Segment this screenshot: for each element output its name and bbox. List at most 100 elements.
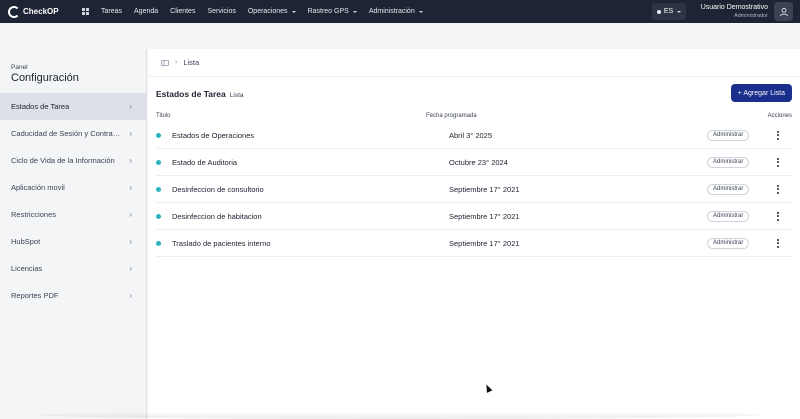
language-selector[interactable]: ES (652, 3, 686, 20)
status-dot (156, 240, 161, 246)
sidebar-item-reportes-pdf[interactable]: Reportes PDF › (0, 282, 146, 309)
sidebar-item-label: Aplicación movil (11, 183, 65, 192)
page-title: Estados de Tarea Lista (156, 84, 244, 102)
settings-sidebar: Panel Configuración Estados de Tarea › Ca… (0, 49, 147, 419)
chevron-right-icon: › (175, 59, 178, 66)
language-label: ES (663, 8, 674, 15)
states-table: Titulo Fecha programada Acciones Estados… (156, 109, 792, 257)
user-role: Administrador (734, 13, 768, 19)
nav-operaciones[interactable]: Operaciones (248, 8, 296, 15)
sidebar-menu: Estados de Tarea › Caducidad de Sesión y … (0, 93, 146, 309)
administrar-button[interactable]: Administrar (707, 183, 750, 195)
chevron-down-icon (352, 10, 357, 13)
chevron-right-icon: › (129, 156, 132, 165)
row-title: Estado de Auditoria (172, 157, 238, 167)
more-options-icon[interactable] (776, 238, 780, 248)
nav-agenda[interactable]: Agenda (134, 8, 158, 15)
sidebar-item-label: Estados de Tarea (11, 102, 70, 111)
top-navbar: CheckOP Tareas Agenda Clientes Servicios… (0, 0, 800, 23)
administrar-button[interactable]: Administrar (707, 210, 750, 222)
chevron-right-icon: › (129, 210, 132, 219)
nav-label: Administración (368, 8, 415, 15)
table-row[interactable]: Desinfeccion de habitacion Septiembre 17… (156, 203, 792, 230)
row-title: Estados de Operaciones (172, 130, 255, 140)
nav-servicios[interactable]: Servicios (207, 8, 235, 15)
nav-administracion[interactable]: Administración (369, 8, 423, 15)
sidebar-subtitle: Panel (11, 64, 28, 71)
more-options-icon[interactable] (776, 211, 780, 221)
user-icon (779, 7, 788, 16)
row-date: Octubre 23° 2024 (449, 157, 508, 167)
apps-grid-icon[interactable] (82, 7, 90, 16)
sidebar-item-licencias[interactable]: Licencias › (0, 255, 146, 282)
table-row[interactable]: Estado de Auditoria Octubre 23° 2024 Adm… (156, 149, 792, 176)
more-options-icon[interactable] (776, 130, 780, 140)
nav-clientes[interactable]: Clientes (170, 8, 195, 15)
breadcrumb: › Lista (148, 49, 800, 77)
nav-label: Operaciones (247, 8, 288, 15)
main-panel: › Lista Estados de Tarea Lista + Agregar … (148, 49, 800, 419)
row-title: Traslado de pacientes interno (172, 238, 271, 248)
brand-name: CheckOP (23, 7, 59, 16)
administrar-button[interactable]: Administrar (707, 129, 750, 141)
nav-label: Tareas (101, 8, 123, 15)
chevron-right-icon: › (129, 102, 132, 111)
table-header: Titulo Fecha programada Acciones (156, 109, 792, 122)
user-info[interactable]: Usuario Demostrativo Administrador (701, 3, 768, 20)
chevron-right-icon: › (129, 129, 132, 138)
sidebar-item-label: Licencias (11, 264, 43, 273)
sidebar-item-label: Restricciones (11, 210, 57, 219)
more-options-icon[interactable] (776, 184, 780, 194)
row-date: Septiembre 17° 2021 (449, 238, 520, 248)
breadcrumb-current[interactable]: Lista (183, 58, 199, 67)
sidebar-item-label: Reportes PDF (11, 291, 59, 300)
page-subtitle: Lista (229, 92, 244, 99)
add-list-button[interactable]: + Agregar Lista (730, 84, 792, 102)
status-dot (156, 186, 161, 192)
table-row[interactable]: Desinfeccion de consultorio Septiembre 1… (156, 176, 792, 203)
globe-icon (656, 9, 661, 14)
chevron-down-icon (418, 10, 423, 13)
chevron-down-icon (677, 10, 682, 13)
chevron-right-icon: › (129, 291, 132, 300)
avatar[interactable] (774, 2, 793, 21)
administrar-button[interactable]: Administrar (707, 237, 750, 249)
nav-label: Agenda (134, 8, 159, 15)
brand-logo[interactable]: CheckOP (8, 5, 68, 18)
row-date: Septiembre 17° 2021 (449, 211, 520, 221)
row-date: Septiembre 17° 2021 (449, 184, 520, 194)
sidebar-item-restricciones[interactable]: Restricciones › (0, 201, 146, 228)
table-row[interactable]: Estados de Operaciones Abril 3° 2025 Adm… (156, 122, 792, 149)
user-name: Usuario Demostrativo (700, 4, 768, 11)
chevron-right-icon: › (129, 264, 132, 273)
row-title: Desinfeccion de habitacion (172, 211, 262, 221)
sidebar-item-aplicacion-movil[interactable]: Aplicación movil › (0, 174, 146, 201)
sidebar-item-caducidad-sesion[interactable]: Caducidad de Sesión y Contra… › (0, 120, 146, 147)
column-title: Titulo (156, 112, 171, 119)
sidebar-toggle-icon[interactable] (161, 59, 169, 66)
nav-label: Clientes (170, 8, 196, 15)
chevron-right-icon: › (129, 183, 132, 192)
chevron-down-icon (291, 10, 296, 13)
administrar-button[interactable]: Administrar (707, 156, 750, 168)
checkop-logo-icon (8, 5, 20, 18)
more-options-icon[interactable] (776, 157, 780, 167)
nav-tareas[interactable]: Tareas (101, 8, 122, 15)
sidebar-item-label: Caducidad de Sesión y Contra… (11, 129, 121, 138)
sidebar-item-label: HubSpot (11, 237, 41, 246)
sidebar-item-ciclo-de-vida[interactable]: Ciclo de Vida de la Información › (0, 147, 146, 174)
sidebar-item-label: Ciclo de Vida de la Información (11, 156, 115, 165)
sidebar-title: Configuración (11, 72, 79, 84)
nav-rastreo-gps[interactable]: Rastreo GPS (308, 8, 357, 15)
sidebar-item-hubspot[interactable]: HubSpot › (0, 228, 146, 255)
main-nav: Tareas Agenda Clientes Servicios Operaci… (101, 8, 435, 15)
status-dot (156, 213, 161, 219)
status-dot (156, 159, 161, 165)
column-date: Fecha programada (426, 112, 477, 119)
status-dot (156, 132, 161, 138)
page-header: Estados de Tarea Lista + Agregar Lista (156, 83, 792, 103)
sidebar-item-estados-de-tarea[interactable]: Estados de Tarea › (0, 93, 146, 120)
bottom-shadow (40, 411, 760, 419)
table-row[interactable]: Traslado de pacientes interno Septiembre… (156, 230, 792, 257)
chevron-right-icon: › (129, 237, 132, 246)
